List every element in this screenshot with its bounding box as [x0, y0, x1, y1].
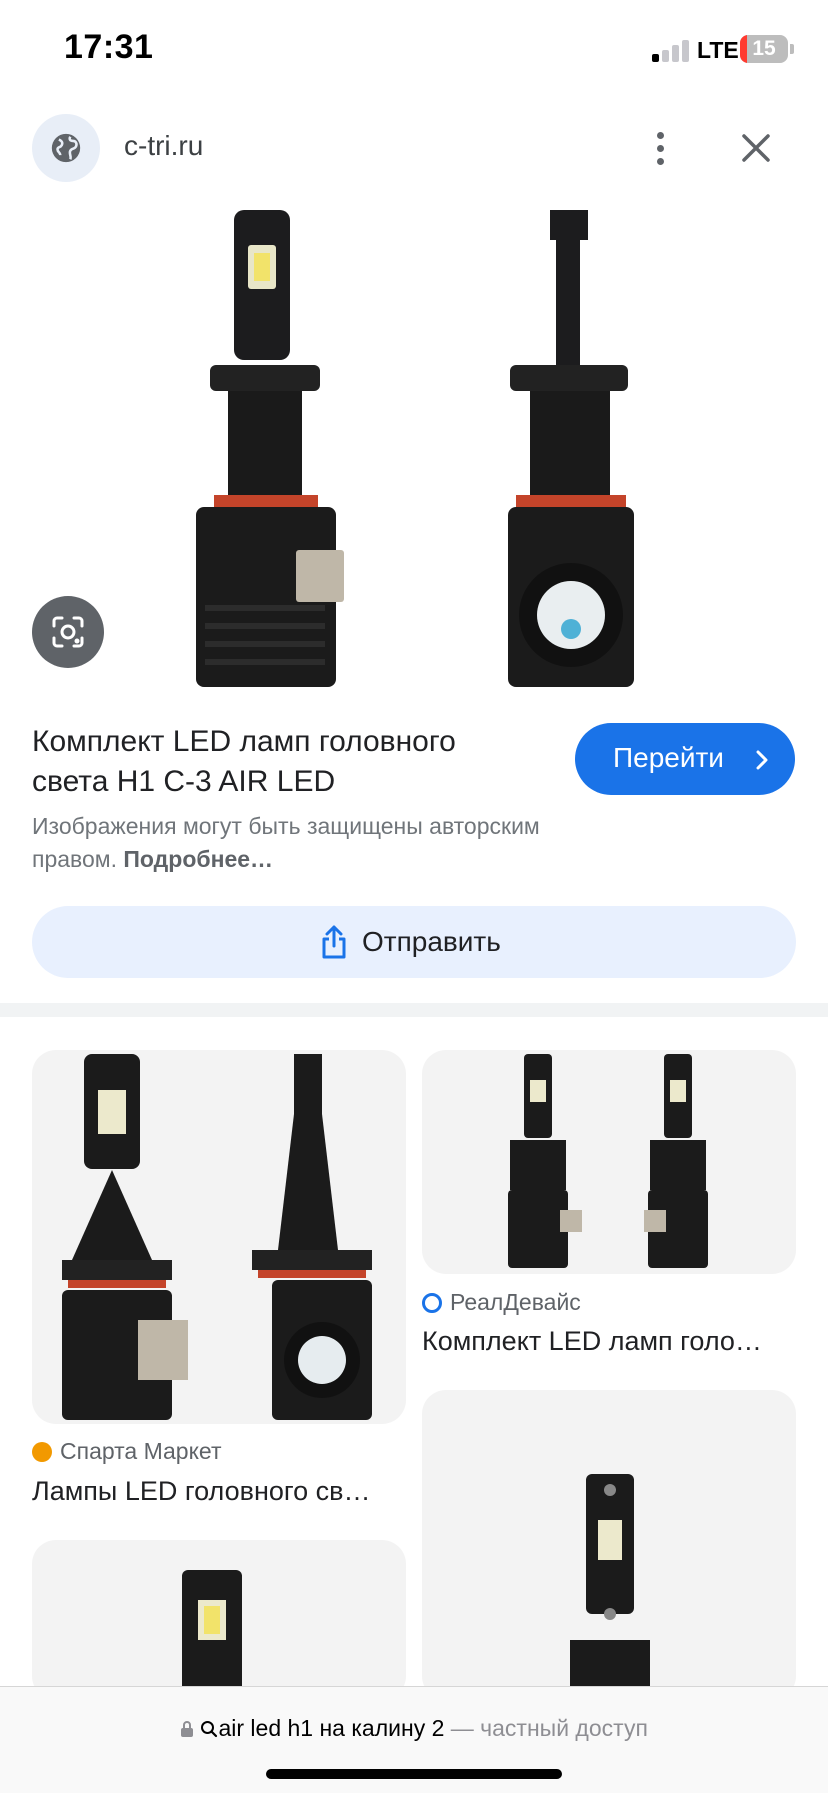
lens-icon [52, 616, 84, 648]
section-divider [0, 1003, 828, 1017]
home-indicator[interactable] [266, 1769, 562, 1779]
status-bar: 17:31 LTE 15 [0, 0, 828, 100]
battery-tip [790, 44, 794, 54]
battery-level: 15 [752, 37, 776, 60]
main-product-image[interactable] [0, 205, 828, 690]
share-button[interactable]: Отправить [32, 906, 796, 978]
browser-bottom-bar: air led h1 на калину 2 — частный доступ [0, 1686, 828, 1793]
more-vert-icon[interactable] [640, 122, 680, 174]
related-source-2: РеалДевайс [422, 1289, 581, 1316]
realdevice-favicon [422, 1293, 442, 1313]
related-image-4[interactable] [422, 1390, 796, 1700]
address-bar[interactable]: air led h1 на калину 2 — частный доступ [0, 1715, 828, 1742]
learn-more-link[interactable]: Подробнее… [123, 846, 273, 872]
private-mode-label: — частный доступ [450, 1715, 648, 1741]
related-source-1-name: Спарта Маркет [60, 1438, 222, 1464]
related-title-1[interactable]: Лампы LED головного св… [32, 1476, 371, 1507]
lock-icon [181, 1721, 194, 1737]
search-icon [201, 1721, 218, 1738]
viewer-header: c-tri.ru [0, 100, 828, 200]
bulb-right-image [508, 210, 634, 687]
close-icon[interactable] [734, 126, 778, 170]
network-type: LTE [697, 37, 739, 63]
signal-icon [652, 40, 692, 62]
related-title-2[interactable]: Комплект LED ламп голо… [422, 1326, 762, 1357]
address-query: air led h1 на калину 2 [218, 1715, 445, 1741]
related-image-1[interactable] [32, 1050, 406, 1424]
related-image-3[interactable] [32, 1540, 406, 1700]
status-time: 17:31 [64, 28, 154, 66]
battery-icon: 15 [740, 35, 788, 63]
related-source-2-name: РеалДевайс [450, 1289, 581, 1315]
copyright-notice: Изображения могут быть защищены авторски… [32, 810, 592, 876]
related-source-1: Спарта Маркет [32, 1438, 221, 1465]
share-icon [322, 925, 346, 959]
related-image-2[interactable] [422, 1050, 796, 1274]
share-button-label: Отправить [362, 926, 501, 957]
site-favicon [32, 114, 100, 182]
result-title: Комплект LED ламп головного света H1 C-3… [32, 725, 456, 798]
copyright-text: Изображения могут быть защищены авторски… [32, 813, 540, 872]
google-lens-button[interactable] [32, 596, 104, 668]
globe-icon [51, 133, 81, 163]
sparta-market-favicon [32, 1442, 52, 1462]
chevron-right-icon [756, 750, 768, 770]
visit-button[interactable]: Перейти [575, 723, 795, 795]
bulb-left-image [196, 210, 344, 687]
visit-button-label: Перейти [613, 742, 724, 773]
site-domain[interactable]: c-tri.ru [124, 130, 203, 162]
